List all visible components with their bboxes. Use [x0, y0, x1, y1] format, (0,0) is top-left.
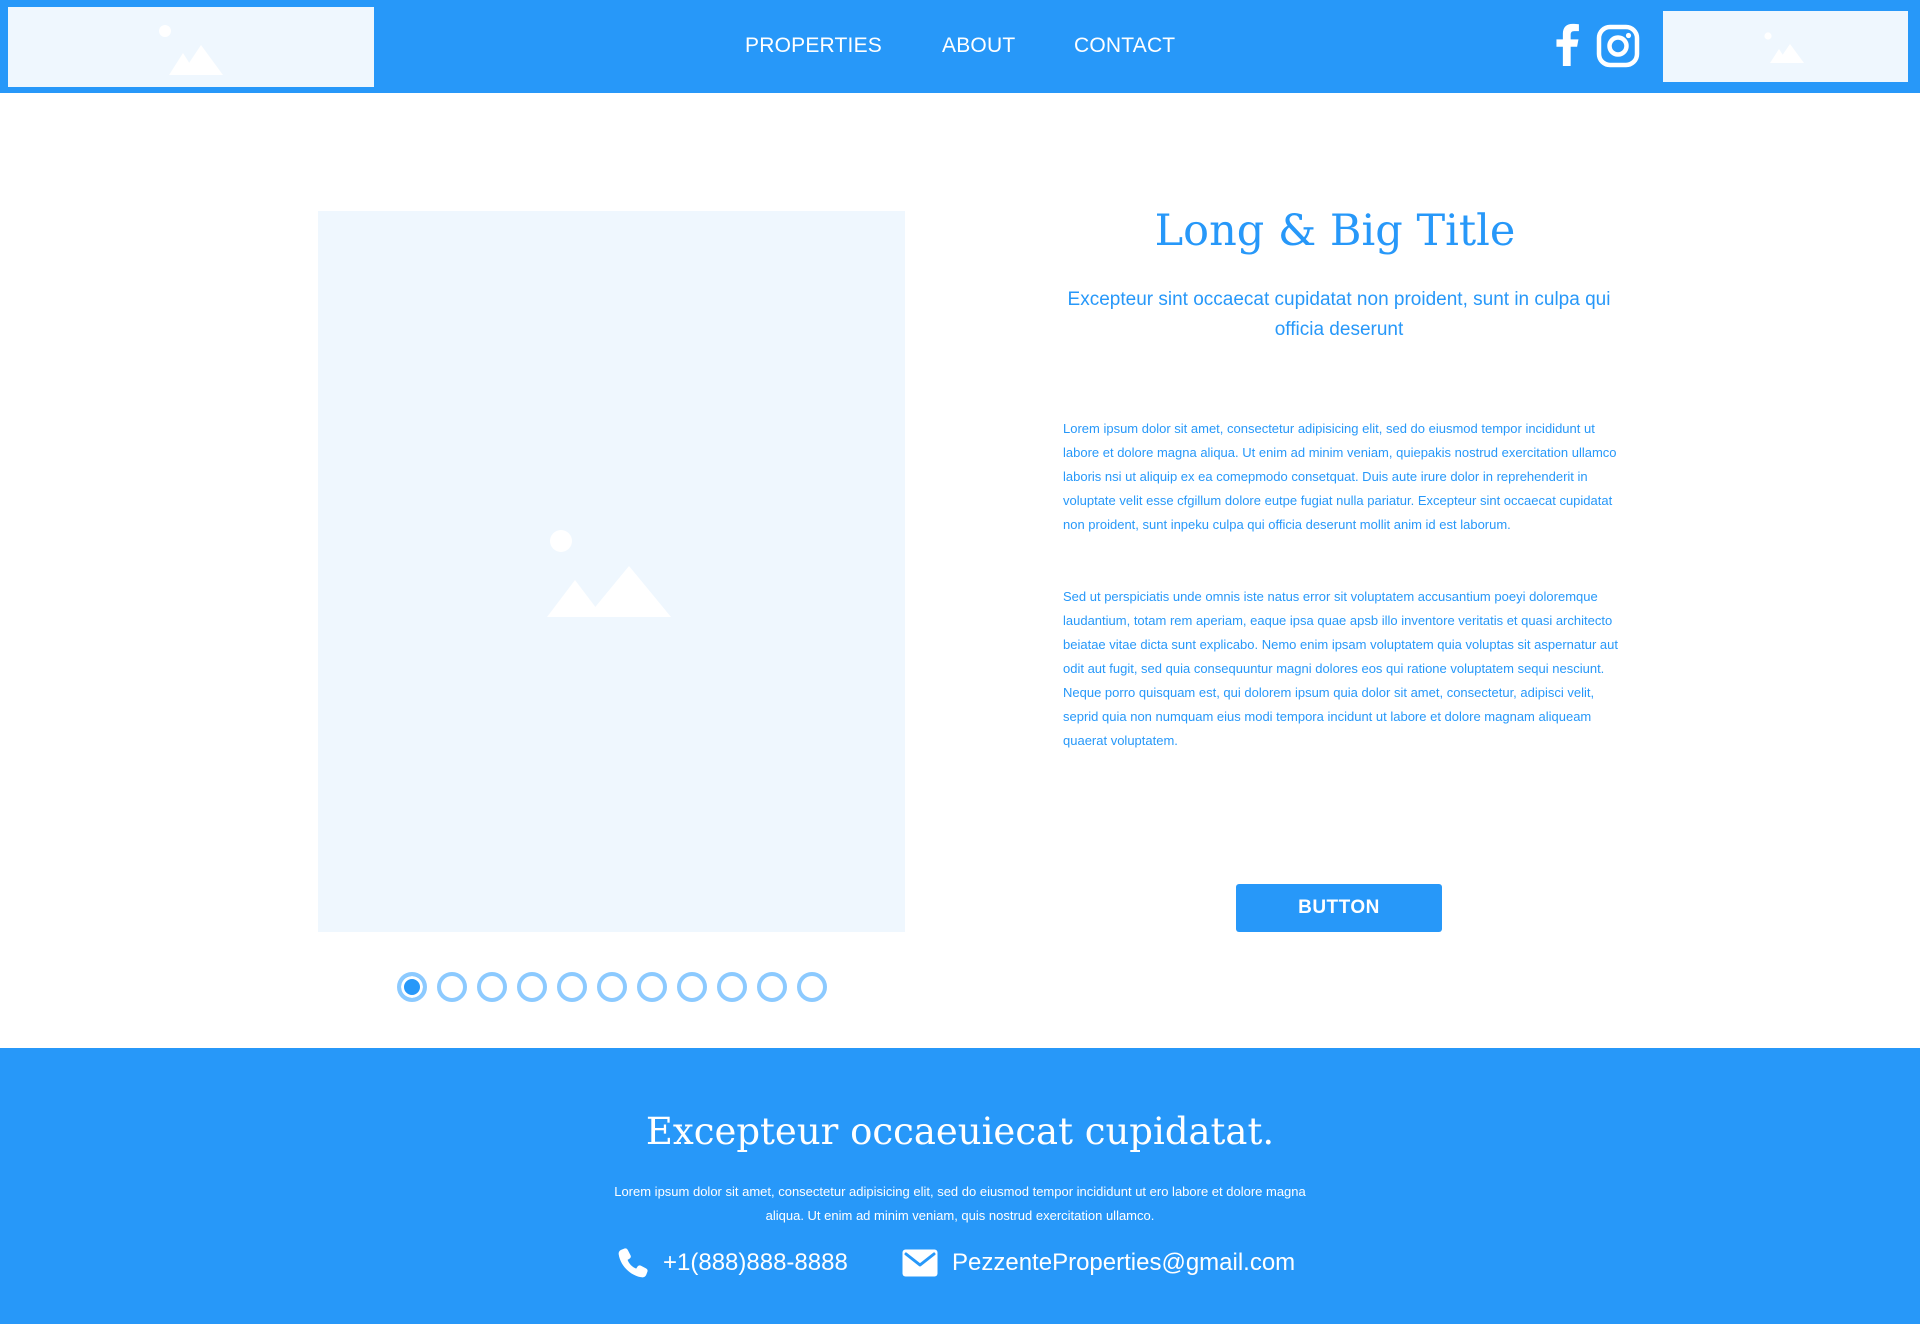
nav-contact[interactable]: CONTACT: [1074, 34, 1175, 58]
instagram-icon[interactable]: [1596, 24, 1640, 68]
carousel-dot[interactable]: [637, 972, 667, 1002]
hero-image-placeholder: [318, 211, 905, 932]
image-placeholder-icon: [1764, 32, 1804, 63]
footer-phone[interactable]: +1(888)888-8888: [617, 1246, 848, 1280]
mail-icon: [902, 1249, 938, 1277]
carousel-dot[interactable]: [797, 972, 827, 1002]
footer-title: Excepteur occaeuiecat cupidatat.: [645, 1110, 1275, 1153]
image-placeholder-icon: [547, 530, 671, 617]
carousel-dot[interactable]: [397, 972, 427, 1002]
footer-text: Lorem ipsum dolor sit amet, consectetur …: [614, 1184, 1306, 1223]
carousel-dot[interactable]: [757, 972, 787, 1002]
site-header: PROPERTIES ABOUT CONTACT: [0, 0, 1920, 93]
image-placeholder-icon: [159, 25, 223, 75]
carousel-pagination: [397, 972, 827, 1002]
body-paragraph-1: Lorem ipsum dolor sit amet, consectetur …: [1063, 421, 1617, 532]
primary-button[interactable]: BUTTON: [1236, 884, 1442, 932]
carousel-dot[interactable]: [557, 972, 587, 1002]
email-address: PezzenteProperties@gmail.com: [952, 1249, 1296, 1276]
header-image-placeholder[interactable]: [1663, 11, 1908, 82]
carousel-dot[interactable]: [477, 972, 507, 1002]
carousel-dot[interactable]: [677, 972, 707, 1002]
carousel-dot[interactable]: [437, 972, 467, 1002]
site-footer: Excepteur occaeuiecat cupidatat. Lorem i…: [0, 1048, 1920, 1324]
facebook-icon[interactable]: [1545, 22, 1589, 66]
body-paragraph-2: Sed ut perspiciatis unde omnis iste natu…: [1063, 589, 1618, 748]
page-title: Long & Big Title: [1154, 206, 1516, 256]
nav-properties[interactable]: PROPERTIES: [745, 34, 882, 58]
carousel-dot[interactable]: [597, 972, 627, 1002]
nav-about[interactable]: ABOUT: [942, 34, 1015, 58]
carousel-dot[interactable]: [717, 972, 747, 1002]
carousel-dot[interactable]: [517, 972, 547, 1002]
phone-icon: [618, 1248, 648, 1278]
logo-placeholder[interactable]: [8, 7, 374, 87]
page-subtitle: Excepteur sint occaecat cupidatat non pr…: [1067, 289, 1611, 340]
footer-email[interactable]: PezzenteProperties@gmail.com: [902, 1246, 1295, 1280]
phone-number: +1(888)888-8888: [663, 1249, 848, 1276]
